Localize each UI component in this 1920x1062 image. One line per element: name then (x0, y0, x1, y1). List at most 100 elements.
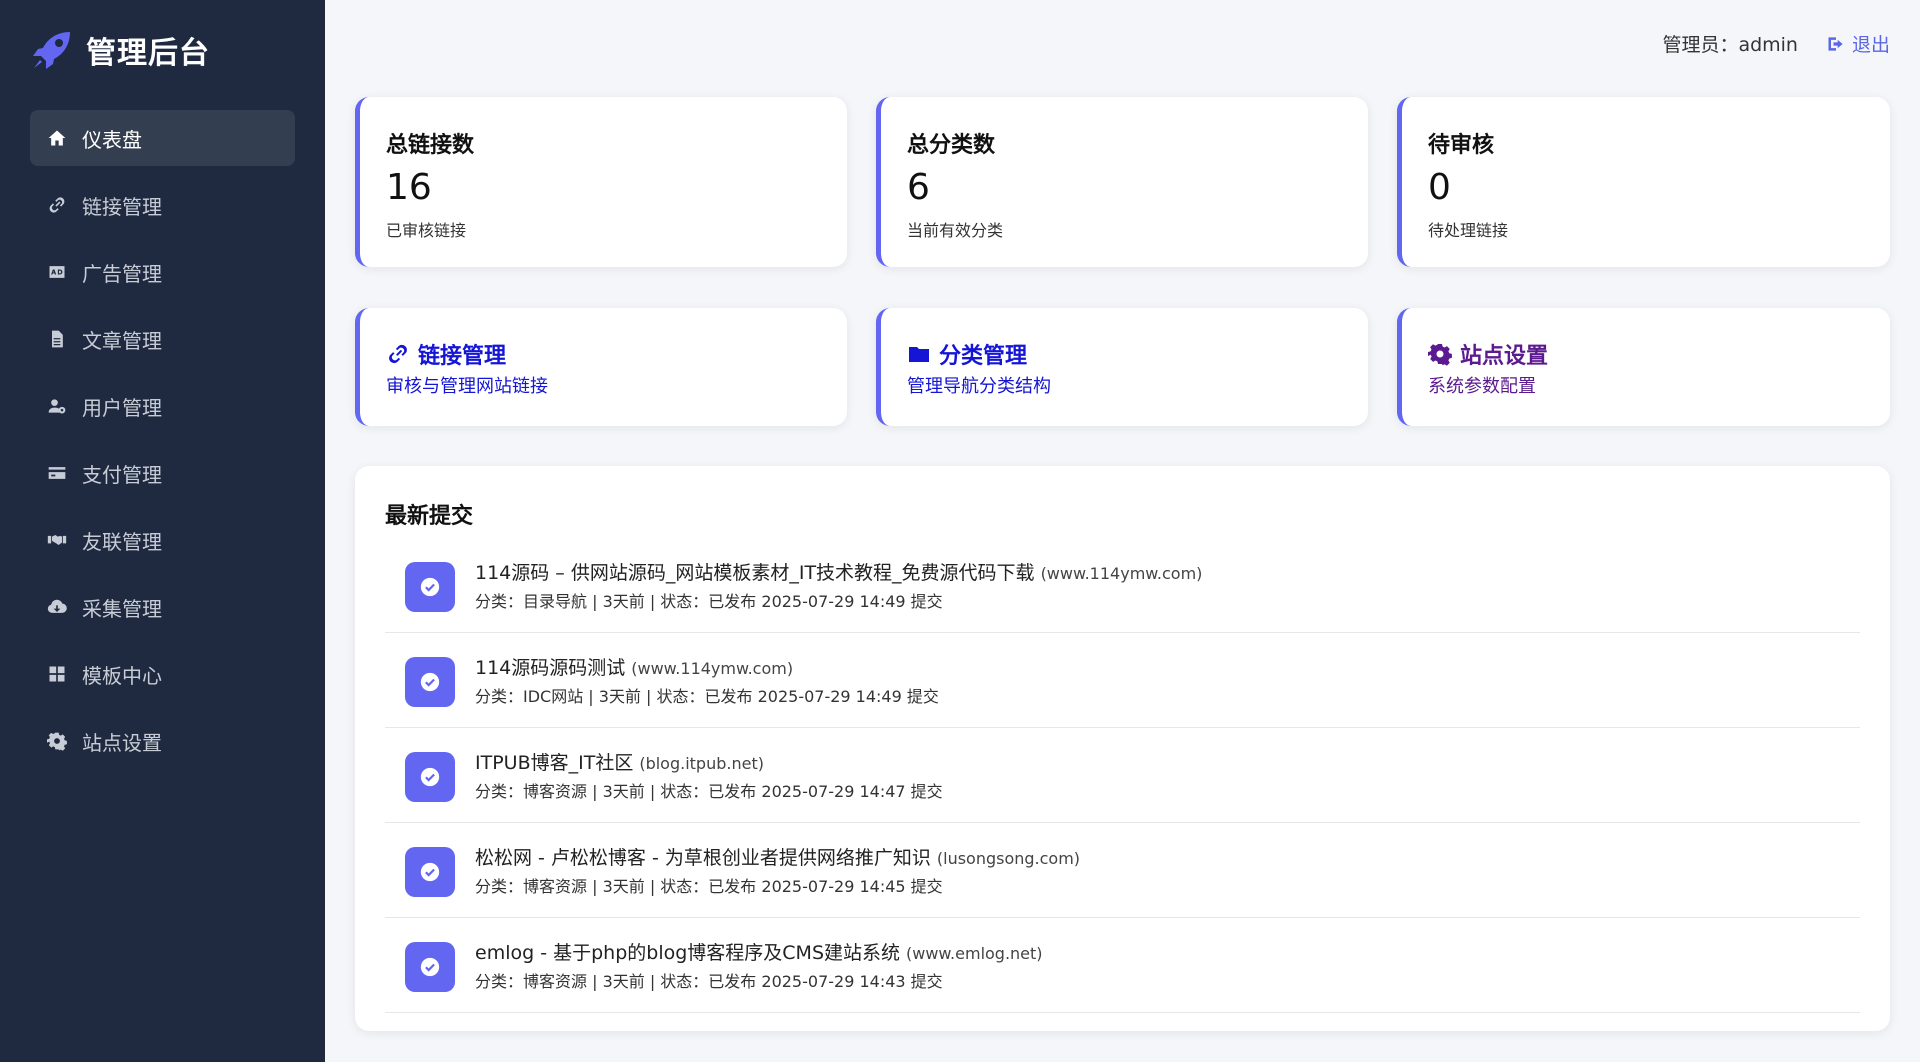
sidebar-item-collect[interactable]: 采集管理 (30, 579, 295, 635)
quick-card-links[interactable]: 链接管理 审核与管理网站链接 (355, 308, 847, 426)
item-meta: 分类：博客资源 | 3天前 | 状态：已发布 2025-07-29 14:43 … (475, 972, 943, 991)
item-title[interactable]: ITPUB博客_IT社区 (blog.itpub.net) (475, 748, 764, 775)
admin-label: 管理员：admin (1662, 34, 1798, 56)
list-item[interactable]: 114源码源码测试 (www.114ymw.com) 分类：IDC网站 | 3天前… (385, 633, 1860, 728)
item-meta: 分类：目录导航 | 3天前 | 状态：已发布 2025-07-29 14:49 … (475, 592, 943, 611)
sidebar-item-label: 站点设置 (82, 730, 162, 755)
sidebar-item-label: 采集管理 (82, 596, 162, 621)
folder-icon (909, 347, 929, 362)
sidebar-item-label: 链接管理 (82, 194, 162, 219)
stat-card-categories: 总分类数 6 当前有效分类 (876, 97, 1368, 267)
item-domain: (www.emlog.net) (906, 944, 1043, 963)
item-meta: 分类：IDC网站 | 3天前 | 状态：已发布 2025-07-29 14:49… (475, 687, 939, 706)
sidebar-item-templates[interactable]: 模板中心 (30, 646, 295, 702)
stat-label: 待审核 (1428, 133, 1495, 158)
list-item[interactable]: 114源码 – 供网站源码_网站模板素材_IT技术教程_免费源代码下载 (www.… (385, 538, 1860, 633)
stat-value: 16 (386, 167, 432, 208)
sidebar-item-dashboard[interactable]: 仪表盘 (30, 110, 295, 166)
list-item[interactable]: 松松网 - 卢松松博客 - 为草根创业者提供网络推广知识 (lusongsong.… (385, 823, 1860, 918)
sidebar-item-label: 仪表盘 (82, 127, 142, 152)
quick-card-subtitle: 系统参数配置 (1428, 376, 1536, 397)
item-title[interactable]: emlog - 基于php的blog博客程序及CMS建站系统 (www.emlog… (475, 938, 1043, 965)
item-title-text: 114源码 – 供网站源码_网站模板素材_IT技术教程_免费源代码下载 (475, 562, 1035, 584)
recent-submissions-panel: 最新提交 114源码 – 供网站源码_网站模板素材_IT技术教程_免费源代码下载… (355, 466, 1890, 1031)
item-domain: (blog.itpub.net) (639, 754, 764, 773)
stat-subtitle: 已审核链接 (386, 221, 467, 240)
sidebar-item-label: 支付管理 (82, 462, 162, 487)
item-title[interactable]: 114源码 – 供网站源码_网站模板素材_IT技术教程_免费源代码下载 (www.… (475, 558, 1202, 585)
item-meta: 分类：博客资源 | 3天前 | 状态：已发布 2025-07-29 14:45 … (475, 877, 943, 896)
home-icon (46, 127, 68, 149)
sign-out-icon (1828, 36, 1843, 51)
gear-icon (46, 730, 68, 752)
check-icon[interactable] (405, 752, 455, 802)
sidebar-item-label: 用户管理 (82, 395, 162, 420)
check-icon[interactable] (405, 562, 455, 612)
sidebar-item-friend-links[interactable]: 友联管理 (30, 512, 295, 568)
rocket-icon (33, 32, 70, 69)
stat-subtitle: 待处理链接 (1428, 221, 1509, 240)
stat-subtitle: 当前有效分类 (907, 221, 1004, 240)
quick-card-title-text: 链接管理 (418, 344, 507, 369)
cloud-download-icon (46, 596, 68, 618)
logout-label: 退出 (1851, 34, 1890, 56)
quick-card-title: 分类管理 (907, 338, 1027, 370)
recent-title: 最新提交 (385, 504, 474, 529)
link-icon (389, 344, 407, 364)
brand-title: 管理后台 (86, 36, 210, 71)
credit-card-icon (46, 462, 68, 484)
stat-card-pending: 待审核 0 待处理链接 (1397, 97, 1890, 267)
quick-card-title: 站点设置 (1428, 338, 1548, 370)
list-item[interactable]: ITPUB博客_IT社区 (blog.itpub.net) 分类：博客资源 | 3… (385, 728, 1860, 823)
quick-card-title-text: 分类管理 (939, 344, 1028, 369)
link-icon (46, 194, 68, 216)
gear-icon (1428, 344, 1452, 366)
recent-list: 114源码 – 供网站源码_网站模板素材_IT技术教程_免费源代码下载 (www.… (385, 538, 1860, 1013)
check-icon[interactable] (405, 847, 455, 897)
users-cog-icon (46, 395, 68, 417)
list-item[interactable]: emlog - 基于php的blog博客程序及CMS建站系统 (www.emlog… (385, 918, 1860, 1013)
sidebar: 管理后台 仪表盘 链接管理 广告管理 文章管理 用户管理 支付管理 友联管理 采… (0, 0, 325, 1062)
sidebar-item-links[interactable]: 链接管理 (30, 177, 295, 233)
stat-card-links: 总链接数 16 已审核链接 (355, 97, 847, 267)
sidebar-item-label: 友联管理 (82, 529, 162, 554)
grid-icon (46, 663, 68, 685)
item-title-text: 114源码源码测试 (475, 657, 626, 679)
brand[interactable]: 管理后台 (30, 28, 210, 72)
sidebar-item-payments[interactable]: 支付管理 (30, 445, 295, 501)
quick-card-title: 链接管理 (386, 338, 506, 370)
check-icon[interactable] (405, 657, 455, 707)
quick-card-title-text: 站点设置 (1460, 344, 1549, 369)
ad-icon (46, 261, 68, 283)
sidebar-item-label: 模板中心 (82, 663, 162, 688)
sidebar-item-articles[interactable]: 文章管理 (30, 311, 295, 367)
item-domain: (www.114ymw.com) (631, 659, 794, 678)
file-icon (46, 328, 68, 350)
quick-card-categories[interactable]: 分类管理 管理导航分类结构 (876, 308, 1368, 426)
stat-label: 总链接数 (386, 133, 475, 158)
quick-card-subtitle: 管理导航分类结构 (907, 376, 1051, 397)
item-title-text: 松松网 - 卢松松博客 - 为草根创业者提供网络推广知识 (475, 847, 931, 869)
quick-card-settings[interactable]: 站点设置 系统参数配置 (1397, 308, 1890, 426)
sidebar-item-ads[interactable]: 广告管理 (30, 244, 295, 300)
sidebar-nav: 仪表盘 链接管理 广告管理 文章管理 用户管理 支付管理 友联管理 采集管理 模… (30, 110, 295, 780)
item-domain: (lusongsong.com) (936, 849, 1081, 868)
item-title-text: ITPUB博客_IT社区 (475, 752, 634, 774)
stat-value: 0 (1428, 167, 1451, 208)
item-title[interactable]: 114源码源码测试 (www.114ymw.com) (475, 653, 793, 680)
stat-label: 总分类数 (907, 133, 996, 158)
handshake-icon (46, 529, 68, 551)
topbar: 管理员：admin 退出 (1662, 30, 1890, 57)
item-domain: (www.114ymw.com) (1040, 564, 1203, 583)
sidebar-item-label: 文章管理 (82, 328, 162, 353)
item-title-text: emlog - 基于php的blog博客程序及CMS建站系统 (475, 942, 901, 964)
check-icon[interactable] (405, 942, 455, 992)
item-title[interactable]: 松松网 - 卢松松博客 - 为草根创业者提供网络推广知识 (lusongsong.… (475, 843, 1080, 870)
stat-value: 6 (907, 167, 930, 208)
sidebar-item-users[interactable]: 用户管理 (30, 378, 295, 434)
logout-button[interactable]: 退出 (1826, 30, 1890, 57)
sidebar-item-label: 广告管理 (82, 261, 162, 286)
sidebar-item-settings[interactable]: 站点设置 (30, 713, 295, 769)
item-meta: 分类：博客资源 | 3天前 | 状态：已发布 2025-07-29 14:47 … (475, 782, 943, 801)
quick-card-subtitle: 审核与管理网站链接 (386, 376, 548, 397)
